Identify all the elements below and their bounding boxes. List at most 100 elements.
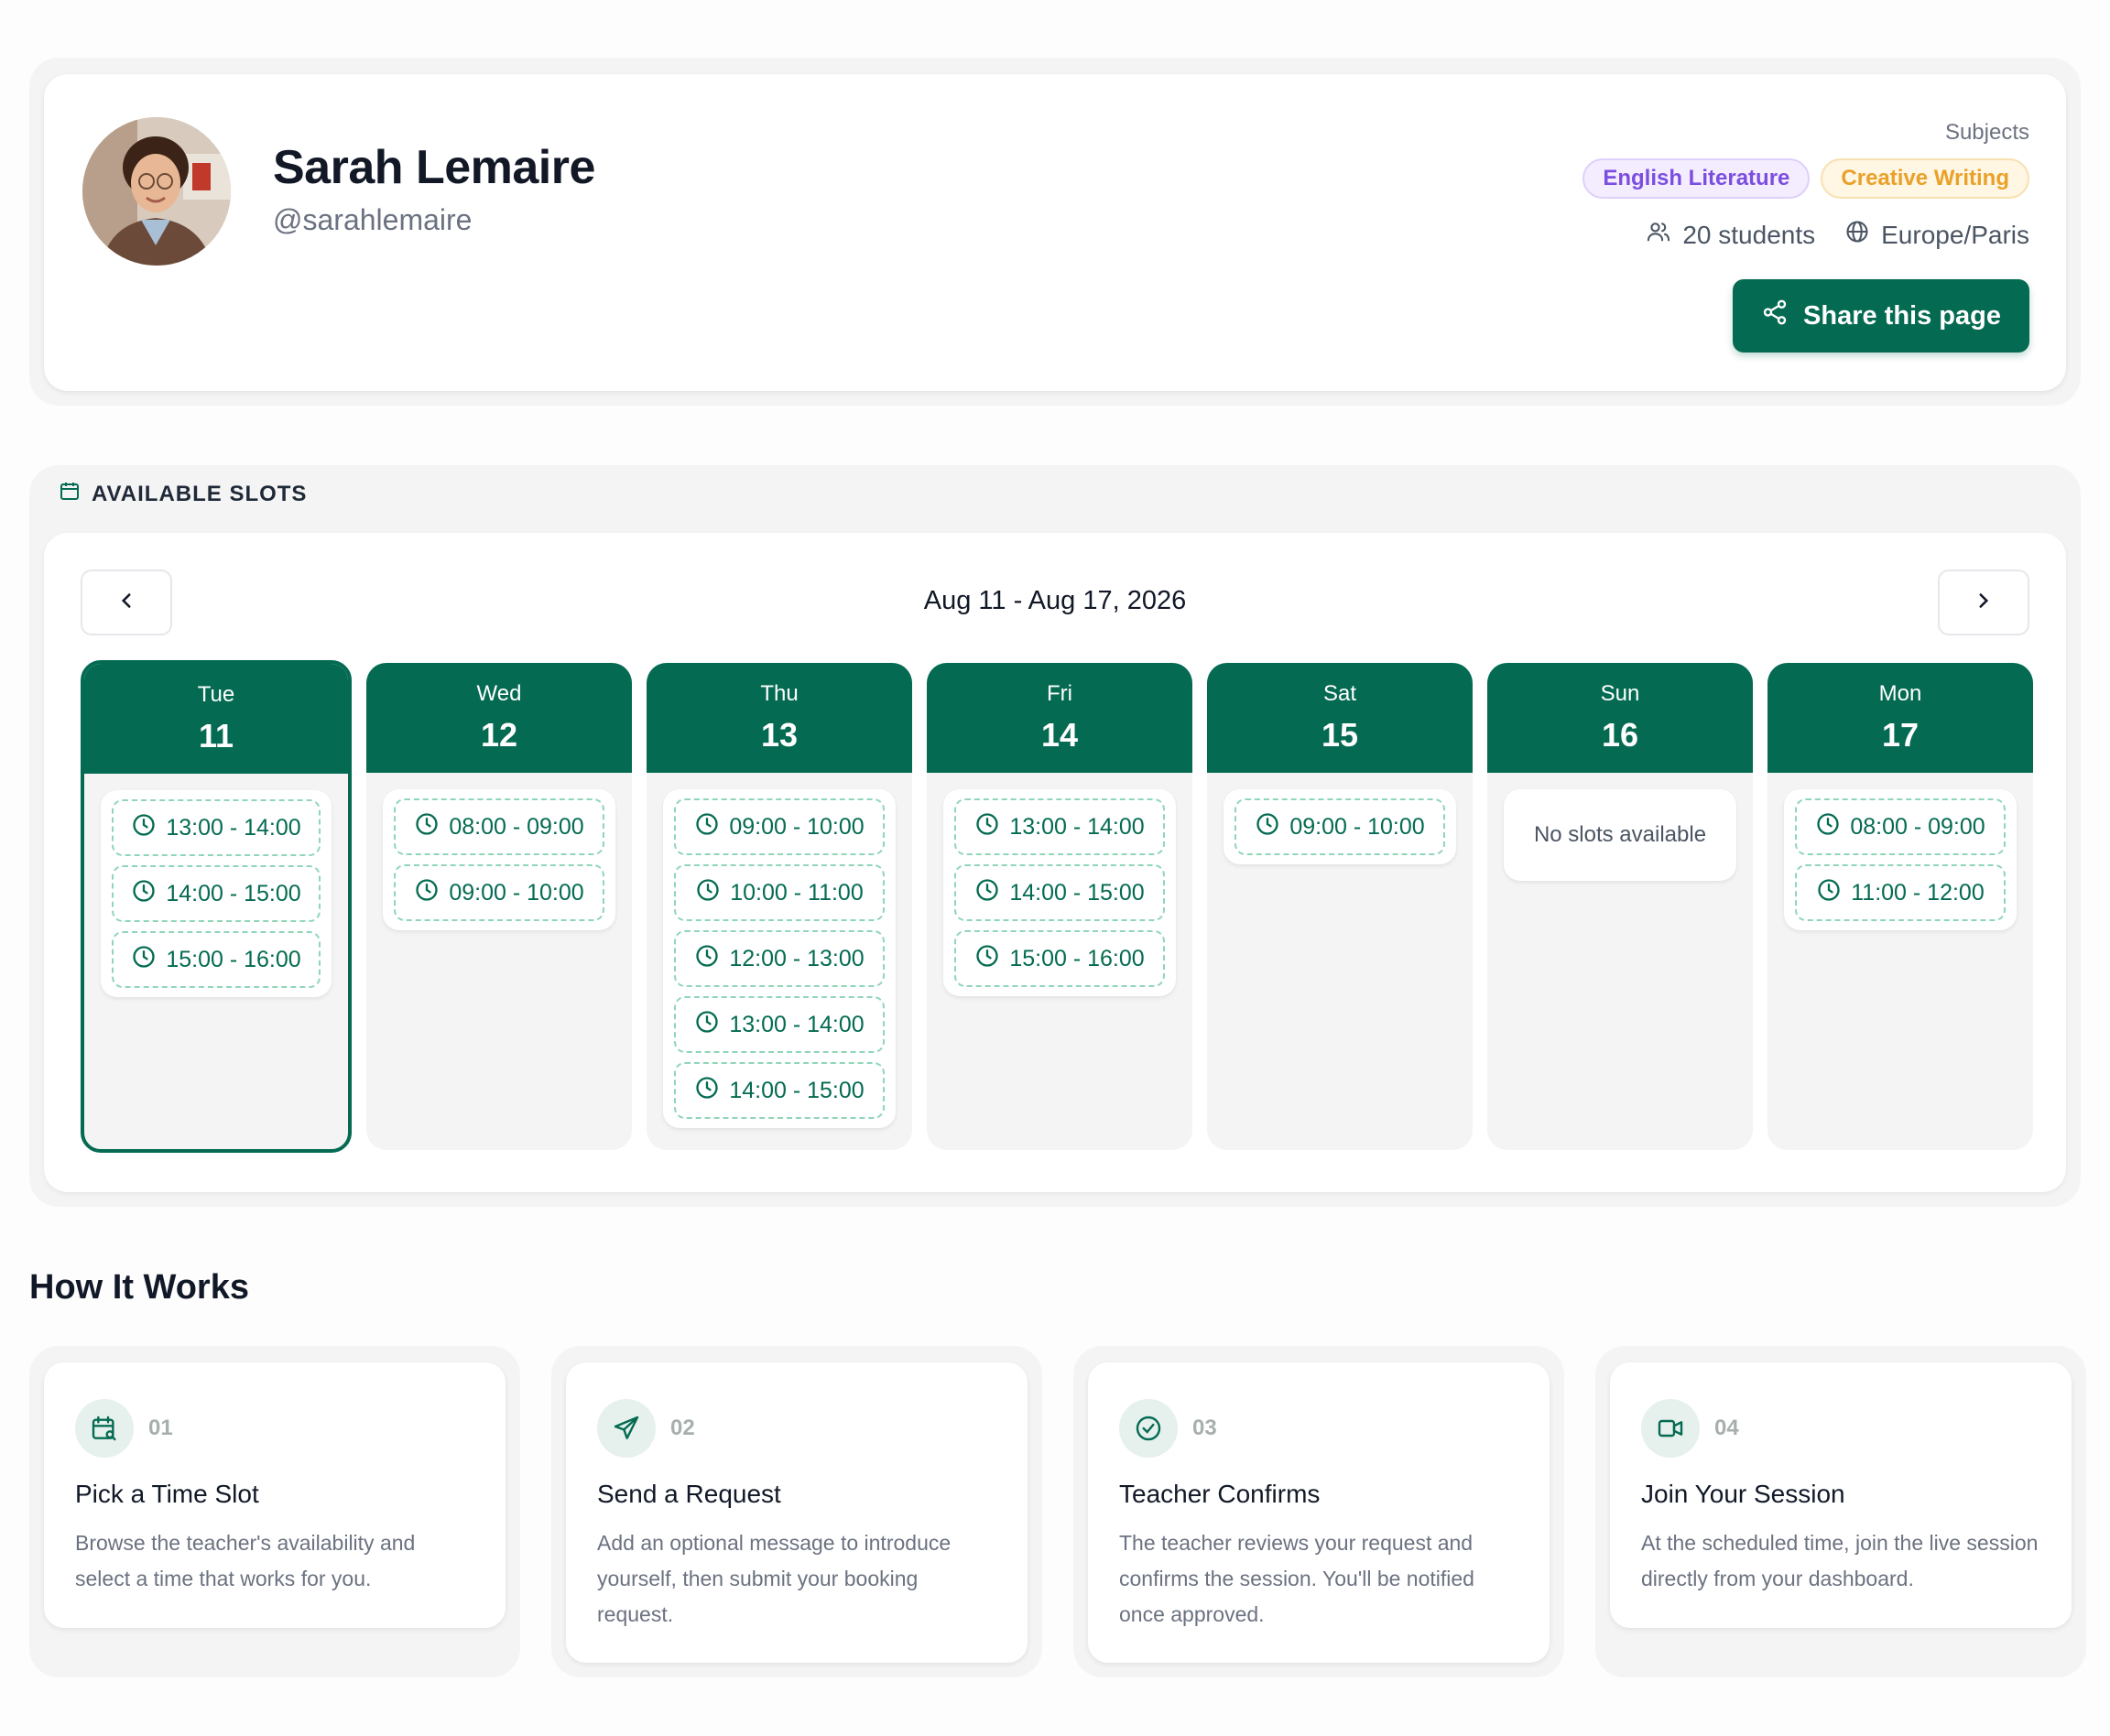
slot-time: 14:00 - 15:00 [729, 1077, 865, 1103]
step-number: 03 [1192, 1416, 1217, 1440]
day-header: Mon 17 [1767, 663, 2033, 773]
days-grid: Tue 11 13:00 - 14:00 14:00 - 15:00 15:00 - 1… [81, 660, 2033, 1153]
students-count: 20 students [1646, 219, 1815, 251]
day-name: Fri [1047, 681, 1072, 706]
clock-icon [1815, 811, 1841, 843]
time-slot[interactable]: 08:00 - 09:00 [394, 798, 604, 855]
avatar [82, 117, 231, 266]
day-column-wed[interactable]: Wed 12 08:00 - 09:00 09:00 - 10:00 [366, 663, 632, 1150]
step-header: 04 [1641, 1399, 2040, 1458]
day-column-mon[interactable]: Mon 17 08:00 - 09:00 11:00 - 12:00 [1767, 663, 2033, 1150]
step-title: Teacher Confirms [1119, 1480, 1321, 1508]
clock-icon [1255, 811, 1280, 843]
step-card: 02 Send a Request Add an optional message … [566, 1362, 1028, 1663]
time-slot[interactable]: 10:00 - 11:00 [674, 864, 885, 921]
step-number: 01 [148, 1416, 173, 1440]
time-slot[interactable]: 14:00 - 15:00 [674, 1062, 885, 1119]
time-slot[interactable]: 08:00 - 09:00 [1795, 798, 2006, 855]
send-icon [597, 1399, 656, 1458]
video-icon [1641, 1399, 1700, 1458]
day-number: 11 [198, 717, 234, 754]
calendar-card: Aug 11 - Aug 17, 2026 Tue 11 13:00 - 14:00… [44, 533, 2066, 1192]
how-it-works-title: How It Works [29, 1268, 249, 1307]
slot-time: 13:00 - 14:00 [729, 1011, 865, 1037]
profile-section: Sarah Lemaire @sarahlemaire Subjects Eng… [29, 58, 2081, 406]
day-name: Sat [1322, 681, 1357, 706]
day-column-sat[interactable]: Sat 15 09:00 - 10:00 [1207, 663, 1473, 1150]
slot-time: 08:00 - 09:00 [1850, 813, 1985, 840]
clock-icon [414, 877, 440, 909]
time-slot[interactable]: 13:00 - 14:00 [112, 799, 321, 856]
steps-list: 01 Pick a Time Slot Browse the teacher's a… [29, 1346, 2086, 1677]
time-slot[interactable]: 09:00 - 10:00 [674, 798, 885, 855]
profile-meta: 20 students Europe/Paris [1646, 219, 2029, 251]
teacher-name: Sarah Lemaire [273, 141, 595, 194]
time-slot[interactable]: 09:00 - 10:00 [394, 864, 604, 921]
day-name: Mon [1878, 681, 1922, 706]
slot-time: 14:00 - 15:00 [1009, 879, 1145, 906]
slot-time: 12:00 - 13:00 [729, 945, 865, 971]
subject-tag: English Literature [1582, 158, 1811, 199]
week-range: Aug 11 - Aug 17, 2026 [923, 586, 1187, 615]
teacher-handle: @sarahlemaire [273, 203, 473, 236]
time-slot[interactable]: 13:00 - 14:00 [674, 996, 885, 1053]
no-slots-message: No slots available [1504, 789, 1736, 881]
slots-heading: AVAILABLE SLOTS [59, 480, 307, 508]
profile-card: Sarah Lemaire @sarahlemaire Subjects Eng… [44, 74, 2066, 391]
available-slots-section: AVAILABLE SLOTS Aug 11 - Aug 17, 2026 Tu… [29, 465, 2081, 1207]
step-description: The teacher reviews your request and con… [1119, 1531, 1474, 1626]
day-number: 12 [480, 716, 518, 754]
time-slot[interactable]: 13:00 - 14:00 [954, 798, 1165, 855]
time-slot[interactable]: 14:00 - 15:00 [954, 864, 1165, 921]
day-header: Sat 15 [1207, 663, 1473, 773]
step-card: 03 Teacher Confirms The teacher reviews yo… [1088, 1362, 1550, 1663]
slot-time: 11:00 - 12:00 [1851, 879, 1985, 906]
time-slot[interactable]: 12:00 - 13:00 [674, 930, 885, 987]
step-header: 02 [597, 1399, 996, 1458]
students-text: 20 students [1682, 220, 1816, 249]
clock-icon [694, 811, 720, 843]
calendar-search-icon [75, 1399, 134, 1458]
slot-list: 08:00 - 09:00 11:00 - 12:00 [1784, 789, 2017, 930]
day-name: Sun [1600, 681, 1640, 706]
day-number: 13 [760, 716, 799, 754]
globe-icon [1844, 219, 1870, 251]
share-label: Share this page [1803, 300, 2001, 331]
step-03: 03 Teacher Confirms The teacher reviews yo… [1073, 1346, 1564, 1677]
clock-icon [694, 1075, 720, 1107]
day-column-fri[interactable]: Fri 14 13:00 - 14:00 14:00 - 15:00 15:00 - 1… [927, 663, 1192, 1150]
clock-icon [414, 811, 440, 843]
calendar-icon [59, 480, 81, 508]
slot-list: 13:00 - 14:00 14:00 - 15:00 15:00 - 16:00 [101, 790, 332, 997]
slots-title: AVAILABLE SLOTS [92, 481, 308, 506]
time-slot[interactable]: 14:00 - 15:00 [112, 865, 321, 922]
timezone: Europe/Paris [1844, 219, 2029, 251]
time-slot[interactable]: 09:00 - 10:00 [1234, 798, 1445, 855]
day-column-tue[interactable]: Tue 11 13:00 - 14:00 14:00 - 15:00 15:00 - 1… [81, 660, 352, 1153]
step-number: 02 [670, 1416, 695, 1440]
clock-icon [695, 877, 721, 909]
next-week-button[interactable] [1938, 570, 2029, 635]
day-header: Tue 11 [84, 664, 348, 774]
slot-time: 09:00 - 10:00 [449, 879, 584, 906]
day-header: Wed 12 [366, 663, 632, 773]
step-header: 03 [1119, 1399, 1518, 1458]
day-column-sun[interactable]: Sun 16 No slots available [1487, 663, 1753, 1150]
clock-icon [694, 943, 720, 975]
day-column-thu[interactable]: Thu 13 09:00 - 10:00 10:00 - 11:00 12:00 - 1… [647, 663, 912, 1150]
time-slot[interactable]: 15:00 - 16:00 [954, 930, 1165, 987]
share-button[interactable]: Share this page [1733, 279, 2029, 353]
time-slot[interactable]: 15:00 - 16:00 [112, 931, 321, 988]
slot-time: 15:00 - 16:00 [1009, 945, 1145, 971]
step-title: Pick a Time Slot [75, 1480, 259, 1508]
step-number: 04 [1714, 1416, 1739, 1440]
day-name: Tue [197, 682, 235, 707]
subject-tags: English Literature Creative Writing [1582, 158, 2029, 199]
day-name: Wed [476, 681, 522, 706]
step-02: 02 Send a Request Add an optional message … [551, 1346, 1042, 1677]
time-slot[interactable]: 11:00 - 12:00 [1795, 864, 2006, 921]
day-header: Thu 13 [647, 663, 912, 773]
slot-time: 09:00 - 10:00 [1289, 813, 1425, 840]
day-number: 14 [1040, 716, 1079, 754]
step-card: 01 Pick a Time Slot Browse the teacher's a… [44, 1362, 506, 1628]
